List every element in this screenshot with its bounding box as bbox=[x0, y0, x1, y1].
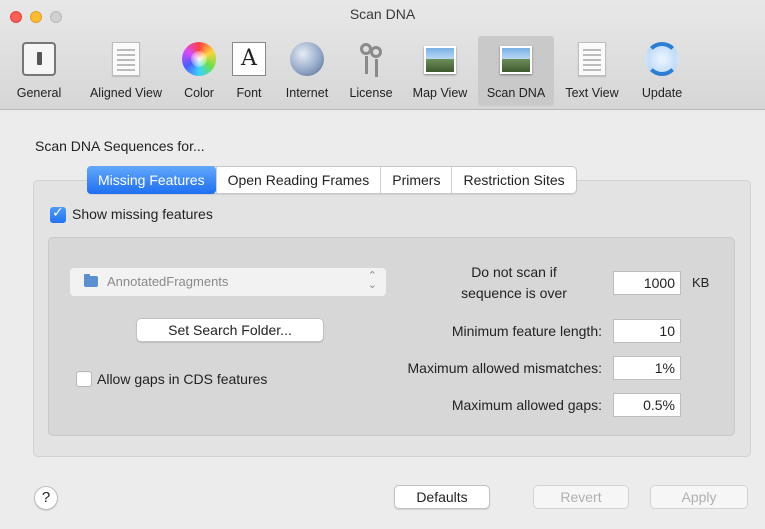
tab-bar: Missing Features Open Reading Frames Pri… bbox=[87, 166, 577, 194]
tab-restriction-sites[interactable]: Restriction Sites bbox=[451, 167, 575, 193]
mismatch-field[interactable]: 1% bbox=[613, 356, 681, 380]
gaps-label: Maximum allowed gaps: bbox=[451, 397, 602, 413]
titlebar: Scan DNA General Aligned View Color A Fo… bbox=[0, 0, 765, 110]
apply-button[interactable]: Apply bbox=[650, 485, 748, 509]
toolbar-item-label: Internet bbox=[285, 86, 329, 100]
toolbar-item-scan-dna[interactable]: Scan DNA bbox=[478, 36, 554, 106]
min-length-label: Minimum feature length: bbox=[451, 323, 602, 339]
tab-missing-features[interactable]: Missing Features bbox=[87, 166, 216, 194]
toolbar-item-label: Scan DNA bbox=[486, 86, 546, 100]
show-missing-features-label: Show missing features bbox=[72, 206, 213, 222]
preferences-toolbar: General Aligned View Color A Font Intern… bbox=[0, 36, 765, 108]
toolbar-item-font[interactable]: A Font bbox=[224, 36, 274, 106]
help-button[interactable]: ? bbox=[34, 486, 58, 510]
preferences-window: Scan DNA General Aligned View Color A Fo… bbox=[0, 0, 765, 529]
toolbar-item-internet[interactable]: Internet bbox=[274, 36, 340, 106]
toolbar-item-general[interactable]: General bbox=[0, 36, 78, 106]
defaults-button[interactable]: Defaults bbox=[394, 485, 490, 509]
toolbar-item-color[interactable]: Color bbox=[174, 36, 224, 106]
gaps-field[interactable]: 0.5% bbox=[613, 393, 681, 417]
max-size-label-line1: Do not scan if bbox=[471, 264, 557, 280]
allow-gaps-label: Allow gaps in CDS features bbox=[97, 371, 268, 387]
switch-icon bbox=[22, 42, 56, 76]
globe-icon bbox=[290, 42, 324, 76]
toolbar-item-update[interactable]: Update bbox=[630, 36, 694, 106]
toolbar-item-license[interactable]: License bbox=[340, 36, 402, 106]
tab-primers[interactable]: Primers bbox=[380, 167, 451, 193]
folder-popup[interactable]: AnnotatedFragments ⌃ ⌄ bbox=[70, 268, 386, 296]
photo-icon bbox=[500, 46, 532, 74]
max-size-label-line2: sequence is over bbox=[461, 285, 567, 301]
allow-gaps-checkbox[interactable] bbox=[76, 371, 92, 387]
folder-popup-value: AnnotatedFragments bbox=[107, 274, 229, 289]
max-size-field[interactable]: 1000 bbox=[613, 271, 681, 295]
show-missing-features-checkbox[interactable] bbox=[50, 205, 66, 223]
tab-open-reading-frames[interactable]: Open Reading Frames bbox=[215, 167, 381, 193]
popup-arrows-icon: ⌃ ⌄ bbox=[367, 270, 377, 291]
toolbar-item-map-view[interactable]: Map View bbox=[402, 36, 478, 106]
toolbar-item-label: Update bbox=[641, 86, 683, 100]
photo-icon bbox=[424, 46, 456, 74]
font-icon: A bbox=[232, 42, 266, 76]
mismatch-label: Maximum allowed mismatches: bbox=[407, 360, 603, 376]
toolbar-item-label: Font bbox=[236, 86, 262, 100]
max-size-unit: KB bbox=[692, 275, 710, 290]
toolbar-item-label: Map View bbox=[412, 86, 468, 100]
revert-button[interactable]: Revert bbox=[533, 485, 629, 509]
color-wheel-icon bbox=[182, 42, 216, 76]
toolbar-item-aligned-view[interactable]: Aligned View bbox=[78, 36, 174, 106]
toolbar-item-label: License bbox=[349, 86, 393, 100]
window-title: Scan DNA bbox=[349, 6, 416, 22]
document-icon bbox=[112, 42, 140, 76]
document-icon bbox=[578, 42, 606, 76]
set-search-folder-button[interactable]: Set Search Folder... bbox=[136, 318, 324, 342]
toolbar-item-label: Aligned View bbox=[89, 86, 163, 100]
keys-icon bbox=[354, 42, 388, 77]
toolbar-item-label: Text View bbox=[565, 86, 619, 100]
toolbar-item-text-view[interactable]: Text View bbox=[554, 36, 630, 106]
min-length-field[interactable]: 10 bbox=[613, 319, 681, 343]
section-heading: Scan DNA Sequences for... bbox=[35, 138, 205, 154]
toolbar-item-label: General bbox=[16, 86, 62, 100]
folder-icon bbox=[84, 274, 98, 287]
update-icon bbox=[645, 42, 679, 76]
toolbar-item-label: Color bbox=[184, 86, 214, 100]
